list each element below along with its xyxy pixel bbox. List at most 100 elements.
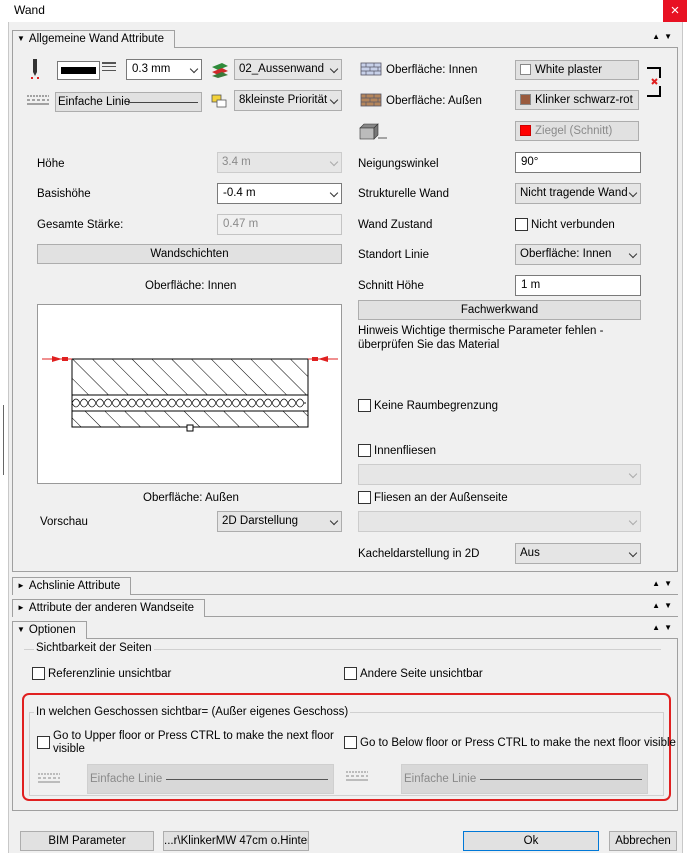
- bim-parameter-button[interactable]: BIM Parameter: [20, 831, 154, 851]
- surface-inner-button[interactable]: White plaster: [515, 60, 639, 80]
- section-collapse-controls[interactable]: ▲▼: [652, 623, 676, 632]
- cut-surface-icon: [358, 122, 388, 142]
- hoehe-select[interactable]: 3.4 m: [217, 152, 342, 173]
- line-type-icon: [27, 94, 49, 106]
- close-button[interactable]: ×: [663, 0, 687, 22]
- chevron-down-icon: [628, 188, 638, 198]
- chevron-down-icon: [329, 516, 339, 526]
- schnitt-field[interactable]: 1 m: [515, 275, 641, 296]
- upper-floor-checkbox[interactable]: [37, 736, 50, 749]
- section-tab-options[interactable]: ▼ Optionen: [12, 621, 87, 639]
- innenfliesen-label: Innenfliesen: [374, 445, 437, 457]
- chevron-down-icon: [628, 516, 638, 526]
- section-title: Allgemeine Wand Attribute: [28, 33, 165, 45]
- aussenfliesen-checkbox[interactable]: [358, 491, 371, 504]
- kachel-label: Kacheldarstellung in 2D: [358, 548, 480, 560]
- surface-outer-value: Klinker schwarz-rot: [535, 94, 633, 106]
- below-line-type-icon: [346, 770, 368, 782]
- section-header-options[interactable]: ▼ Optionen ▲▼: [12, 621, 678, 639]
- wall-preview: [37, 304, 342, 484]
- pen-color-button[interactable]: [57, 61, 100, 80]
- standort-value: Oberfläche: Innen: [520, 248, 612, 260]
- pen-thickness-select[interactable]: 0.3 mm: [126, 59, 202, 80]
- white-plaster-swatch: [520, 64, 531, 75]
- pen-color-swatch: [61, 67, 96, 74]
- section-header-general[interactable]: ▼ Allgemeine Wand Attribute ▲▼: [12, 30, 678, 48]
- zustand-label: Wand Zustand: [358, 219, 433, 231]
- expand-arrow-icon: ►: [17, 581, 25, 590]
- aussenfliesen-select[interactable]: [358, 511, 641, 532]
- surface-outer-button[interactable]: Klinker schwarz-rot: [515, 90, 639, 110]
- swap-surfaces-icon[interactable]: [644, 66, 664, 98]
- layer-value: 02_Aussenwand: [239, 63, 325, 75]
- priority-icon: [210, 92, 228, 110]
- referenz-checkbox[interactable]: [32, 667, 45, 680]
- standort-select[interactable]: Oberfläche: Innen: [515, 244, 641, 265]
- title-bar: Wand ×: [0, 0, 687, 22]
- chevron-down-icon: [329, 157, 339, 167]
- ok-button[interactable]: Ok: [463, 831, 599, 851]
- schnitt-label: Schnitt Höhe: [358, 280, 424, 292]
- basishoehe-value: -0.4 m: [223, 187, 256, 199]
- surface-inner-label: Oberfläche: Innen: [386, 64, 478, 76]
- section-collapse-controls[interactable]: ▲▼: [652, 601, 676, 610]
- chevron-down-icon: [189, 64, 199, 74]
- background-drawing-fragment: [3, 405, 8, 475]
- basishoehe-select[interactable]: -0.4 m: [217, 183, 342, 204]
- collapse-arrow-icon: ▼: [17, 625, 25, 634]
- sichtbarkeit-title: Sichtbarkeit der Seiten: [34, 641, 154, 655]
- upper-floor-label-line1: Go to Upper floor or Press CTRL to make …: [53, 730, 334, 742]
- cancel-button[interactable]: Abbrechen: [609, 831, 677, 851]
- wandschichten-button[interactable]: Wandschichten: [37, 244, 342, 264]
- section-header-other-side[interactable]: ► Attribute der anderen Wandseite ▲▼: [12, 599, 678, 617]
- surface-inner-value: White plaster: [535, 64, 603, 76]
- nicht-verbunden-checkbox[interactable]: [515, 218, 528, 231]
- chevron-down-icon: [329, 188, 339, 198]
- window-title: Wand: [14, 3, 45, 17]
- klinker-swatch: [520, 94, 531, 105]
- neigung-field[interactable]: 90°: [515, 152, 641, 173]
- section-header-axis[interactable]: ► Achslinie Attribute ▲▼: [12, 577, 678, 595]
- gesamt-field: 0.47 m: [217, 214, 342, 235]
- vorschau-value: 2D Darstellung: [222, 515, 299, 527]
- expand-arrow-icon: ►: [17, 603, 25, 612]
- section-title: Attribute der anderen Wandseite: [28, 602, 195, 614]
- surface-outer-icon: [360, 92, 382, 108]
- keine-raum-label: Keine Raumbegrenzung: [374, 400, 499, 412]
- innenfliesen-select[interactable]: [358, 464, 641, 485]
- nicht-verbunden-label: Nicht verbunden: [531, 219, 615, 231]
- section-tab-axis[interactable]: ► Achslinie Attribute: [12, 577, 132, 595]
- line-type-button[interactable]: Einfache Linie: [55, 92, 202, 112]
- profile-button[interactable]: ...r\KlinkerMW 47cm o.Hinterl.: [163, 831, 309, 851]
- chevron-down-icon: [628, 548, 638, 558]
- andere-seite-checkbox[interactable]: [344, 667, 357, 680]
- section-tab-general[interactable]: ▼ Allgemeine Wand Attribute: [12, 30, 176, 48]
- below-line-type-label: Einfache Linie: [404, 773, 477, 785]
- section-tab-other-side[interactable]: ► Attribute der anderen Wandseite: [12, 599, 206, 617]
- pen-icon[interactable]: [28, 58, 42, 82]
- hoehe-value: 3.4 m: [222, 156, 251, 168]
- fachwerk-button[interactable]: Fachwerkwand: [358, 300, 641, 320]
- kachel-select[interactable]: Aus: [515, 543, 641, 564]
- wall-preview-drawing: [42, 356, 338, 432]
- neigung-value: 90°: [521, 156, 539, 168]
- strukturell-select[interactable]: Nicht tragende Wand: [515, 183, 641, 204]
- basishoehe-label: Basishöhe: [37, 188, 91, 200]
- priority-select[interactable]: 8kleinste Priorität: [234, 90, 342, 111]
- andere-seite-label: Andere Seite unsichtbar: [360, 668, 483, 680]
- right-background-strip: [682, 22, 687, 853]
- keine-raum-checkbox[interactable]: [358, 399, 371, 412]
- line-sample: [480, 779, 642, 780]
- below-line-type-button[interactable]: Einfache Linie: [401, 764, 648, 794]
- upper-line-type-icon: [38, 772, 60, 784]
- section-collapse-controls[interactable]: ▲▼: [652, 32, 676, 41]
- cut-surface-button[interactable]: Ziegel (Schnitt): [515, 121, 639, 141]
- vorschau-select[interactable]: 2D Darstellung: [217, 511, 342, 532]
- priority-value: 8kleinste Priorität: [239, 94, 328, 106]
- upper-line-type-button[interactable]: Einfache Linie: [87, 764, 334, 794]
- section-collapse-controls[interactable]: ▲▼: [652, 579, 676, 588]
- layer-select[interactable]: 02_Aussenwand: [234, 59, 342, 80]
- below-floor-checkbox[interactable]: [344, 736, 357, 749]
- innenfliesen-checkbox[interactable]: [358, 444, 371, 457]
- neigung-label: Neigungswinkel: [358, 158, 439, 170]
